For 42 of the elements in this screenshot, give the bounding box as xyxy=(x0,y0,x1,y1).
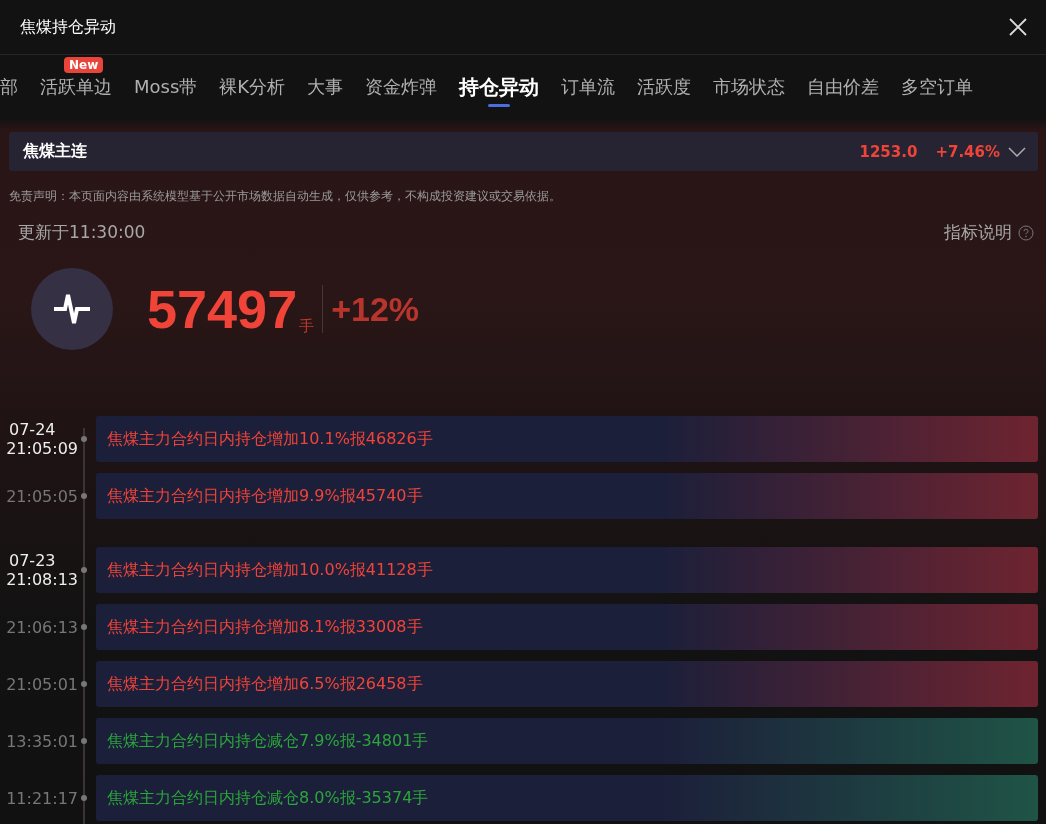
tab[interactable]: 市场状态 xyxy=(713,55,786,119)
help-icon xyxy=(1018,224,1034,241)
event-card[interactable]: 焦煤主力合约日内持仓增加10.1%报46826手 xyxy=(96,416,1038,462)
instrument-bar[interactable]: 焦煤主连 1253.0 +7.46% xyxy=(9,132,1038,171)
window-title: 焦煤持仓异动 xyxy=(20,16,116,38)
event-card[interactable]: 焦煤主力合约日内持仓增加8.1%报33008手 xyxy=(96,604,1038,650)
event-time: 21:08:13 xyxy=(6,570,78,589)
tab[interactable]: 订单流 xyxy=(561,55,616,119)
event-time: 21:05:05 xyxy=(6,486,78,506)
tab[interactable]: 资金炸弹 xyxy=(365,55,438,119)
event-card[interactable]: 焦煤主力合约日内持仓减仓8.0%报-35374手 xyxy=(96,775,1038,821)
event-card[interactable]: 焦煤主力合约日内持仓增加6.5%报26458手 xyxy=(96,661,1038,707)
event-card[interactable]: 焦煤主力合约日内持仓增加9.9%报45740手 xyxy=(96,473,1038,519)
tab[interactable]: 部 xyxy=(0,55,18,119)
instrument-name: 焦煤主连 xyxy=(23,141,88,162)
close-button[interactable] xyxy=(1008,17,1028,37)
tab[interactable]: 大事 xyxy=(307,55,344,119)
event-date: 07-24 xyxy=(8,420,56,439)
event-card[interactable]: 焦煤主力合约日内持仓减仓7.9%报-34801手 xyxy=(96,718,1038,764)
event-card[interactable]: 焦煤主力合约日内持仓增加10.0%报41128手 xyxy=(96,547,1038,593)
tab[interactable]: 裸K分析 xyxy=(219,55,286,119)
chevron-down-icon xyxy=(1008,146,1026,157)
tab[interactable]: 持仓异动 xyxy=(459,55,540,119)
change-percent: +12% xyxy=(331,289,420,329)
tab[interactable]: 多空订单 xyxy=(901,55,974,119)
unit-label: 手 xyxy=(299,317,315,336)
tab[interactable]: Moss带 xyxy=(134,55,198,119)
update-time: 更新于11:30:00 xyxy=(18,221,146,244)
tab[interactable]: 自由价差 xyxy=(807,55,880,119)
event-date: 07-23 xyxy=(8,551,56,570)
tab[interactable]: 活跃度 xyxy=(637,55,692,119)
event-time: 21:05:01 xyxy=(6,674,78,694)
event-time: 13:35:01 xyxy=(6,731,78,751)
new-badge: New xyxy=(64,57,104,73)
instrument-price: 1253.0 xyxy=(859,142,918,161)
help-link[interactable]: 指标说明 xyxy=(944,221,1034,244)
open-interest-value: 57497 xyxy=(147,278,298,340)
disclaimer-text: 免责声明：本页面内容由系统模型基于公开市场数据自动生成，仅供参考，不构成投资建议或交易依据。 xyxy=(9,188,562,205)
event-time: 11:21:17 xyxy=(6,788,78,808)
event-time: 21:05:09 xyxy=(6,439,78,458)
instrument-change: +7.46% xyxy=(935,142,1000,161)
event-time: 21:06:13 xyxy=(6,617,78,637)
